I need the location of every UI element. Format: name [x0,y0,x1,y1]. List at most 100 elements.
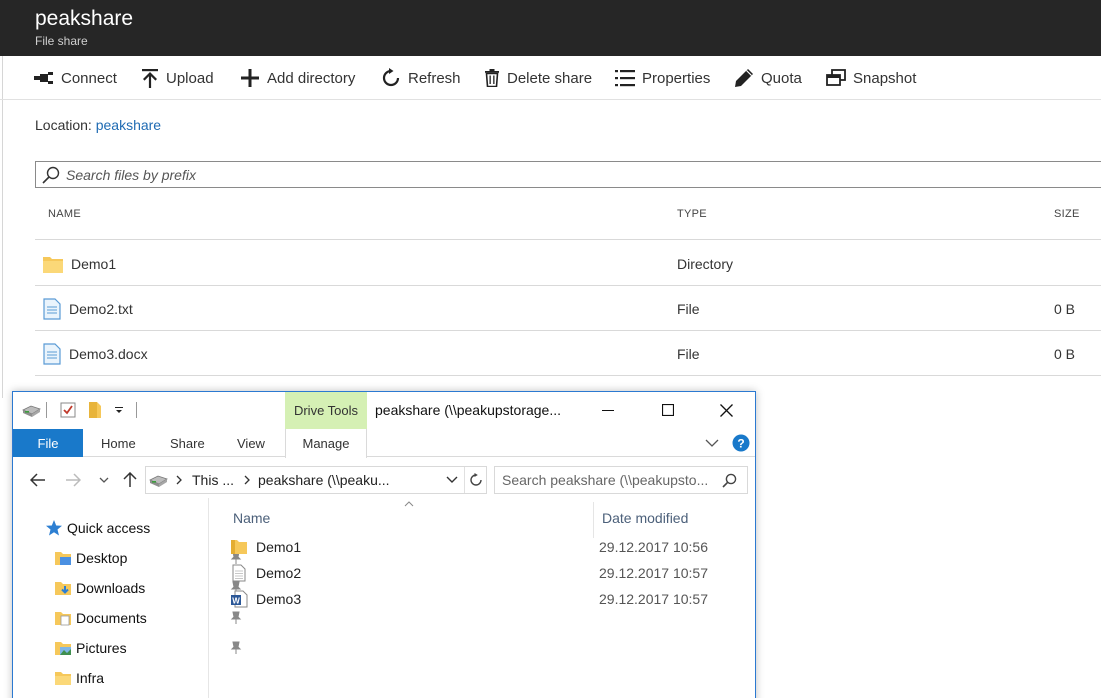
tab-home[interactable]: Home [101,429,136,457]
chevron-down-icon [99,477,109,483]
quota-label: Quota [761,69,802,87]
search-icon [722,473,737,488]
file-list: Name Date modified Demo1 29.12.2017 10:5… [210,498,755,698]
column-header-name[interactable]: Name [233,510,270,526]
connect-button[interactable]: Connect [34,56,117,100]
ribbon-tabs: File Home Share View Manage ? [13,429,755,458]
nav-item-infra[interactable]: Infra [54,666,104,690]
nav-item-documents[interactable]: Documents [54,606,242,630]
help-button[interactable]: ? [732,429,750,457]
new-folder-icon[interactable] [88,400,102,420]
explorer-titlebar: Drive Tools peakshare (\\peakupstorage..… [13,392,755,429]
list-item[interactable]: Demo2 29.12.2017 10:57 [230,561,730,585]
blade-left-border [2,56,3,398]
address-bar[interactable]: This ... peakshare (\\peaku... [145,466,487,494]
folder-icon [55,672,71,685]
pictures-folder-icon [55,642,71,655]
column-header-type[interactable]: TYPE [677,208,707,220]
location-link[interactable]: peakshare [96,117,161,133]
back-button[interactable] [27,468,49,492]
close-icon [719,403,733,417]
row-size: 0 B [1053,345,1075,362]
nav-item-desktop[interactable]: Desktop [54,546,242,570]
arrow-right-icon [66,473,81,487]
column-header-date-modified[interactable]: Date modified [602,510,688,526]
column-header-name[interactable]: NAME [48,208,81,220]
delete-share-button[interactable]: Delete share [484,56,592,100]
nav-item-downloads[interactable]: Downloads [54,576,242,600]
column-separator[interactable] [593,502,594,538]
tab-share[interactable]: Share [170,429,205,457]
arrow-up-icon [123,472,137,487]
upload-icon [142,69,158,88]
nav-item-label: Infra [76,670,105,686]
up-button[interactable] [119,468,141,492]
address-separator [464,467,465,493]
properties-label: Properties [642,69,711,87]
maximize-icon [662,404,674,416]
table-row[interactable]: Demo2.txt File 0 B [35,286,1101,331]
location-breadcrumb: Location: peakshare [35,117,161,133]
tab-view[interactable]: View [237,429,265,457]
snapshot-button[interactable]: Snapshot [826,56,916,100]
svg-text:?: ? [737,437,744,451]
list-item[interactable]: W Demo3 29.12.2017 10:57 [230,587,730,611]
folder-icon [231,540,247,554]
list-icon [615,70,635,87]
maximize-button[interactable] [645,392,691,428]
list-item[interactable]: Demo1 29.12.2017 10:56 [230,535,730,559]
address-segment-peakshare[interactable]: peakshare (\\peaku... [258,467,390,493]
minimize-icon [602,410,614,411]
minimize-button[interactable] [585,392,631,428]
file-name: Demo1 [256,539,302,555]
close-button[interactable] [703,392,749,428]
add-directory-label: Add directory [267,69,356,87]
address-drive-icon [148,467,168,493]
address-dropdown-button[interactable] [446,467,458,493]
tab-file[interactable]: File [13,429,83,457]
svg-text:W: W [232,597,240,606]
nav-item-label: Pictures [76,640,127,656]
search-files-input[interactable] [66,166,966,183]
page-title: peakshare [35,7,134,30]
row-type: File [677,300,700,317]
refresh-address-button[interactable] [469,467,483,493]
page-subtitle: File share [35,34,88,48]
window-title: peakshare (\\peakupstorage... [375,402,562,418]
delete-share-label: Delete share [507,69,593,87]
address-segment-this-pc[interactable]: This ... [192,467,234,493]
quota-button[interactable]: Quota [734,56,802,100]
add-directory-button[interactable]: Add directory [240,56,355,100]
table-row[interactable]: Demo1 Directory [35,241,1101,286]
recent-locations-button[interactable] [96,468,112,492]
chevron-right-icon[interactable] [243,467,251,493]
command-bar: Connect Upload Add directory Refresh Del… [0,56,1101,100]
portal-header: peakshare File share [0,0,1101,56]
nav-item-pictures[interactable]: Pictures [54,636,242,660]
nav-item-label: Documents [76,610,147,626]
explorer-window: Drive Tools peakshare (\\peakupstorage..… [12,391,756,698]
tab-manage[interactable]: Manage [285,429,367,458]
upload-button[interactable]: Upload [141,56,214,100]
explorer-search-input[interactable] [502,472,722,488]
properties-check-icon[interactable] [60,400,76,420]
properties-button[interactable]: Properties [615,56,710,100]
expand-ribbon-button[interactable] [705,429,719,457]
refresh-button[interactable]: Refresh [381,56,461,100]
upload-label: Upload [166,69,214,87]
row-name: Demo1 [71,255,117,272]
refresh-label: Refresh [408,69,461,87]
drive-icon[interactable] [21,400,41,420]
chevron-right-icon[interactable] [175,467,183,493]
sort-indicator-icon [404,494,414,512]
table-row[interactable]: Demo3.docx File 0 B [35,331,1101,376]
nav-quick-access[interactable]: Quick access [45,516,150,540]
location-label: Location: [35,117,92,133]
refresh-icon [382,68,400,87]
forward-button[interactable] [62,468,84,492]
plus-icon [241,69,259,87]
column-header-size[interactable]: SIZE [1054,208,1080,220]
qat-dropdown-icon[interactable] [114,400,124,420]
file-date: 29.12.2017 10:56 [599,539,708,555]
pencil-icon [735,69,753,87]
